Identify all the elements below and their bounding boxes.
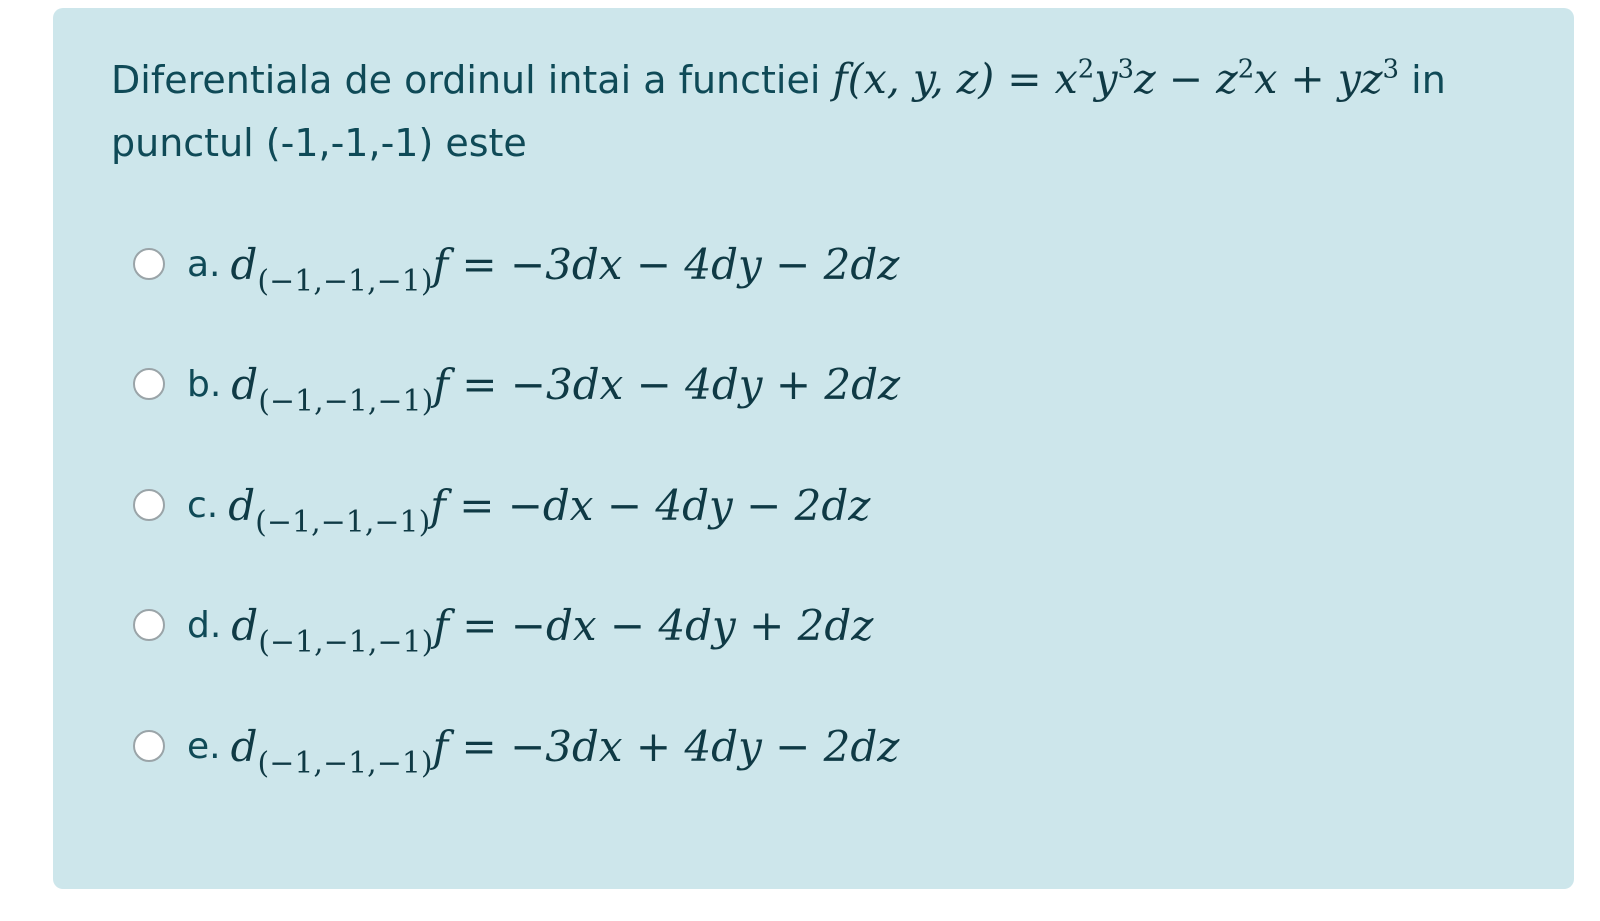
radio-button-a[interactable] [133,248,165,280]
option-formula: d(−1,−1,−1)f = −dx − 4dy + 2dz [231,600,874,658]
radio-button-c[interactable] [133,489,165,521]
function-lhs: f(x, y, z) = [832,55,1055,103]
question-prefix: Diferentiala de ordinul intai a functiei [111,58,833,102]
radio-button-d[interactable] [133,609,165,641]
exp-3: 2 [1237,54,1255,85]
d-symbol: d [231,600,259,650]
option-letter: d. [187,604,222,646]
formula-rest: f = −3dx − 4dy + 2dz [433,359,901,409]
option-letter: b. [187,363,222,405]
option-letter: c. [187,484,219,526]
d-symbol: d [230,239,258,289]
term-z: z − z [1134,55,1238,103]
exp-4: 3 [1382,54,1400,85]
option-formula: d(−1,−1,−1)f = −3dx − 4dy + 2dz [231,359,901,417]
term-x-yz: x + yz [1254,55,1383,103]
d-symbol: d [228,480,256,530]
option-formula: d(−1,−1,−1)f = −dx − 4dy − 2dz [228,480,871,538]
formula-rest: f = −3dx − 4dy − 2dz [432,239,900,289]
formula-rest: f = −3dx + 4dy − 2dz [432,721,900,771]
point-subscript: (−1,−1,−1) [257,263,433,299]
question-text: Diferentiala de ordinul intai a functiei… [111,48,1551,175]
option-a[interactable]: a. d(−1,−1,−1)f = −3dx − 4dy − 2dz [133,229,899,299]
option-c[interactable]: c. d(−1,−1,−1)f = −dx − 4dy − 2dz [133,470,870,540]
radio-button-e[interactable] [133,730,165,762]
option-formula: d(−1,−1,−1)f = −3dx − 4dy − 2dz [230,239,900,297]
point-subscript: (−1,−1,−1) [258,624,434,660]
point-subscript: (−1,−1,−1) [258,383,434,419]
question-card: Diferentiala de ordinul intai a functiei… [53,8,1574,889]
term-y: y [1094,55,1118,103]
option-e[interactable]: e. d(−1,−1,−1)f = −3dx + 4dy − 2dz [133,711,899,781]
radio-button-b[interactable] [133,368,165,400]
exp-1: 2 [1077,54,1095,85]
d-symbol: d [230,721,258,771]
option-letter: a. [187,243,221,285]
d-symbol: d [231,359,259,409]
formula-rest: f = −dx − 4dy − 2dz [430,480,871,530]
option-letter: e. [187,725,221,767]
point-subscript: (−1,−1,−1) [255,504,431,540]
option-d[interactable]: d. d(−1,−1,−1)f = −dx − 4dy + 2dz [133,590,873,660]
option-b[interactable]: b. d(−1,−1,−1)f = −3dx − 4dy + 2dz [133,349,900,419]
option-formula: d(−1,−1,−1)f = −3dx + 4dy − 2dz [230,721,900,779]
point-subscript: (−1,−1,−1) [257,745,433,781]
formula-rest: f = −dx − 4dy + 2dz [433,600,874,650]
term-x: x [1054,55,1078,103]
exp-2: 3 [1117,54,1135,85]
function-formula: f(x, y, z) = x2y3z − z2x + yz3 [833,55,1400,103]
